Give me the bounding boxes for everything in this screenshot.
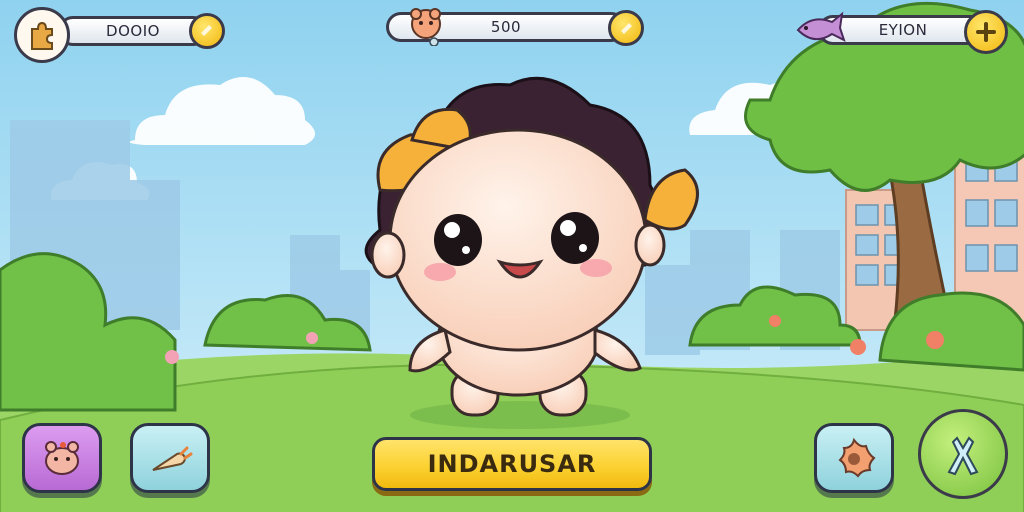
left-add-button[interactable]	[189, 13, 225, 49]
brush-icon	[947, 436, 979, 476]
puzzle-icon	[31, 21, 53, 50]
coin-icon	[621, 23, 632, 34]
decor-button[interactable]	[814, 423, 894, 493]
fish-badge	[792, 8, 846, 59]
brush-button[interactable]	[918, 409, 1008, 499]
pet-icon	[45, 441, 79, 475]
coin-add-icon	[201, 25, 212, 36]
main-action-button[interactable]: INDARUSAR	[372, 437, 652, 491]
center-coin-button[interactable]	[608, 10, 644, 46]
left-resource-value: DOOIO	[106, 22, 160, 40]
pet-menu-button[interactable]	[22, 423, 102, 493]
fish-icon	[796, 11, 846, 42]
center-pet-badge	[404, 6, 448, 51]
pet-face-icon	[410, 8, 441, 47]
carrot-icon	[152, 446, 193, 471]
right-add-button[interactable]	[964, 10, 1008, 54]
right-resource-value: EYION	[878, 21, 928, 39]
profile-button[interactable]	[14, 7, 70, 63]
main-action-label: INDARUSAR	[427, 450, 597, 478]
flower-icon	[838, 437, 876, 478]
plus-icon	[976, 22, 996, 42]
left-resource-bar: DOOIO	[58, 16, 208, 46]
food-button[interactable]	[130, 423, 210, 493]
center-resource-value: 500	[490, 18, 522, 36]
